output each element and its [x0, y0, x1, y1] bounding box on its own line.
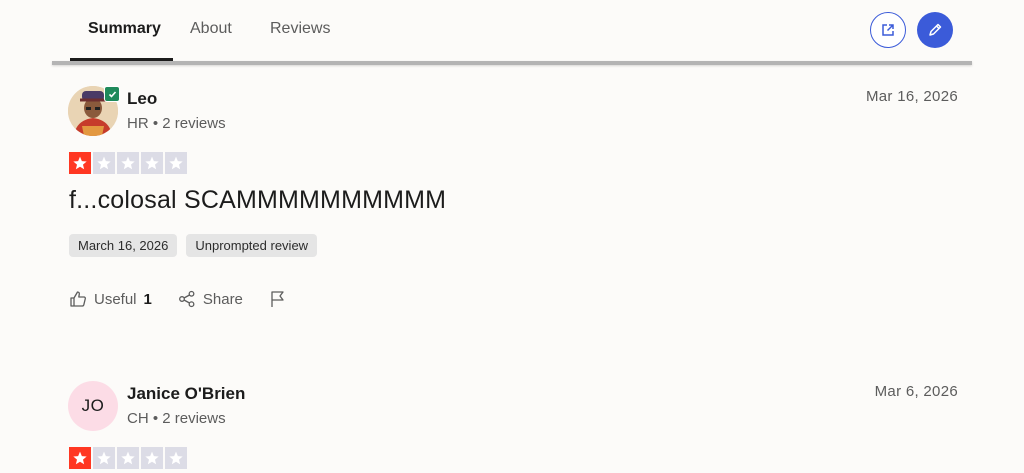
- star-icon: [69, 152, 91, 174]
- share-button[interactable]: Share: [178, 290, 243, 308]
- avatar[interactable]: [68, 86, 120, 136]
- useful-button[interactable]: Useful 1: [69, 290, 152, 308]
- star-rating: [69, 152, 187, 174]
- write-review-button[interactable]: [917, 12, 953, 48]
- tab-summary[interactable]: Summary: [88, 20, 161, 38]
- review-title[interactable]: f...colosal SCAMMMMMMMMMM: [69, 186, 446, 215]
- experience-date-chip: March 16, 2026: [69, 234, 178, 257]
- unprompted-review-chip: Unprompted review: [186, 234, 318, 257]
- reviewer-meta: HR • 2 reviews: [127, 115, 226, 132]
- reviewer-name[interactable]: Janice O'Brien: [127, 384, 245, 404]
- review-date: Mar 16, 2026: [866, 88, 958, 105]
- share-label: Share: [202, 290, 243, 308]
- star-icon: [165, 447, 187, 469]
- pencil-icon: [929, 23, 942, 36]
- report-button[interactable]: [269, 290, 287, 308]
- reviewer-name[interactable]: Leo: [127, 89, 157, 109]
- star-rating: [69, 447, 187, 469]
- verified-badge: [104, 86, 120, 102]
- review-actions: Useful 1 Share: [69, 290, 313, 308]
- review-card: JO Janice O'Brien CH • 2 reviews Mar 6, …: [68, 381, 958, 473]
- star-icon: [141, 447, 163, 469]
- flag-icon: [271, 291, 284, 307]
- avatar[interactable]: JO: [68, 381, 118, 431]
- external-link-icon: [882, 24, 894, 36]
- tab-reviews[interactable]: Reviews: [270, 20, 330, 38]
- tab-bar: Summary About Reviews: [52, 0, 972, 62]
- star-icon: [93, 447, 115, 469]
- avatar-initials: JO: [68, 381, 118, 431]
- star-icon: [117, 447, 139, 469]
- review-card: Leo HR • 2 reviews Mar 16, 2026 f...colo…: [68, 86, 958, 316]
- checkmark-icon: [108, 90, 116, 98]
- useful-count: 1: [143, 290, 152, 308]
- reviewer-meta: CH • 2 reviews: [127, 410, 226, 427]
- review-chips: March 16, 2026 Unprompted review: [69, 234, 318, 257]
- star-icon: [117, 152, 139, 174]
- header-divider: [52, 61, 972, 65]
- star-icon: [165, 152, 187, 174]
- review-date: Mar 6, 2026: [874, 383, 958, 400]
- star-icon: [141, 152, 163, 174]
- review-page: Summary About Reviews Leo HR • 2 reviews…: [0, 0, 1024, 473]
- share-icon: [178, 290, 195, 308]
- star-icon: [93, 152, 115, 174]
- useful-label: Useful: [94, 290, 137, 308]
- thumbs-up-icon: [70, 291, 86, 307]
- star-icon: [69, 447, 91, 469]
- external-link-button[interactable]: [870, 12, 906, 48]
- tab-about[interactable]: About: [190, 20, 232, 38]
